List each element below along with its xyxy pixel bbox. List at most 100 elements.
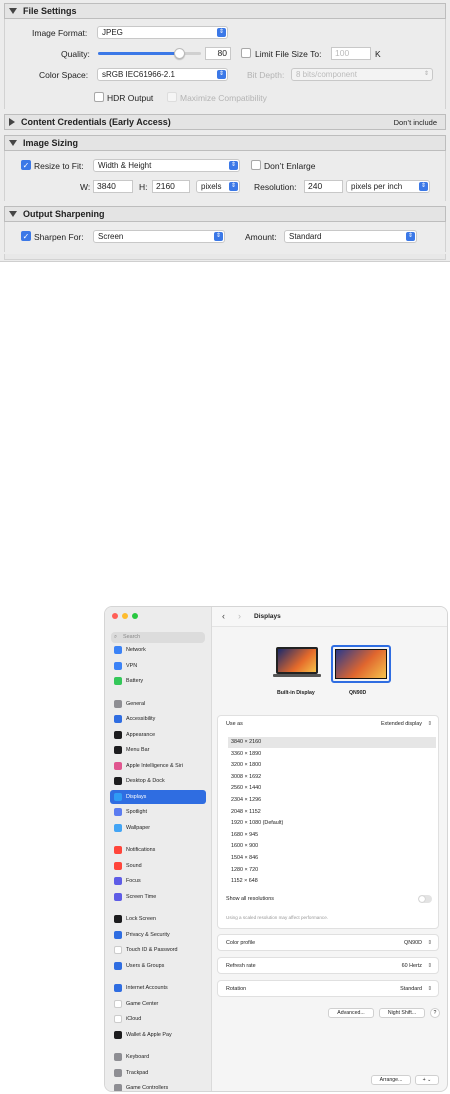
sidebar-icon: [114, 730, 122, 739]
amount-label: Amount:: [245, 232, 277, 242]
sidebar-item-privacy-security[interactable]: Privacy & Security: [110, 928, 206, 942]
sidebar-item-menu-bar[interactable]: Menu Bar: [110, 743, 206, 757]
sidebar-item-label: Privacy & Security: [126, 931, 170, 938]
resolution-option[interactable]: 3008 × 1692: [228, 772, 436, 783]
use-as-value[interactable]: Extended display: [381, 721, 422, 727]
content-credentials-header[interactable]: Content Credentials (Early Access) Don’t…: [4, 114, 446, 130]
show-all-resolutions-toggle[interactable]: [418, 895, 432, 903]
color-profile-row[interactable]: Color profile QN90D ⇕: [217, 934, 439, 951]
limit-file-size-checkbox[interactable]: [241, 48, 251, 58]
sidebar-item-users-groups[interactable]: Users & Groups: [110, 959, 206, 973]
resolution-option[interactable]: 3360 × 1890: [228, 749, 436, 760]
sidebar-item-accessibility[interactable]: Accessibility: [110, 712, 206, 726]
plus-icon: +: [422, 1077, 426, 1083]
resolution-option[interactable]: 2048 × 1152: [228, 807, 436, 818]
sidebar-item-internet-accounts[interactable]: Internet Accounts: [110, 981, 206, 995]
sidebar-item-desktop-dock[interactable]: Desktop & Dock: [110, 774, 206, 788]
quality-slider[interactable]: [98, 48, 201, 59]
sidebar-item-appearance[interactable]: Appearance: [110, 728, 206, 742]
sidebar-icon: [114, 661, 122, 670]
sidebar-item-icloud[interactable]: iCloud: [110, 1012, 206, 1026]
search-input[interactable]: ⌕ Search: [111, 632, 205, 643]
sidebar-item-game-controllers[interactable]: Game Controllers: [110, 1081, 206, 1091]
output-sharpening-header[interactable]: Output Sharpening: [4, 206, 446, 222]
resolution-unit-select[interactable]: pixels per inch ⇕: [346, 180, 430, 193]
sidebar-item-notifications[interactable]: Notifications: [110, 843, 206, 857]
limit-file-size-field[interactable]: 100: [331, 47, 371, 60]
sidebar-item-trackpad[interactable]: Trackpad: [110, 1066, 206, 1080]
sidebar-item-label: Apple Intelligence & Siri: [126, 762, 183, 769]
sidebar-item-apple-intelligence-siri[interactable]: Apple Intelligence & Siri: [110, 759, 206, 773]
sidebar-icon: [114, 984, 122, 992]
advanced-button[interactable]: Advanced...: [328, 1008, 374, 1018]
arrange-button[interactable]: Arrange...: [371, 1075, 411, 1085]
resolution-option[interactable]: 1600 × 900: [228, 841, 436, 852]
resolution-option[interactable]: 2304 × 1296: [228, 795, 436, 806]
resize-to-fit-select[interactable]: Width & Height ⇕: [93, 159, 240, 172]
quality-label: Quality:: [61, 49, 90, 59]
sidebar-item-label: Spotlight: [126, 809, 147, 815]
sidebar-item-touch-id-password[interactable]: Touch ID & Password: [110, 943, 206, 957]
bit-depth-select[interactable]: 8 bits/component ⇕: [291, 68, 433, 81]
sidebar-item-spotlight[interactable]: Spotlight: [110, 805, 206, 819]
size-unit-select[interactable]: pixels ⇕: [196, 180, 240, 193]
sidebar-item-displays[interactable]: Displays: [110, 789, 206, 804]
amount-select[interactable]: Standard ⇕: [284, 230, 417, 243]
sidebar-item-battery[interactable]: Battery: [110, 674, 206, 688]
sidebar-item-lock-screen[interactable]: Lock Screen: [110, 912, 206, 926]
image-sizing-header[interactable]: Image Sizing: [4, 135, 446, 151]
sidebar-icon: [114, 1053, 122, 1061]
sidebar-item-keyboard[interactable]: Keyboard: [110, 1050, 206, 1064]
resize-to-fit-value: Width & Height: [98, 161, 152, 170]
file-settings-header[interactable]: File Settings: [4, 3, 446, 19]
sidebar-item-focus[interactable]: Focus: [110, 874, 206, 888]
resolution-option[interactable]: 3200 × 1800: [228, 760, 436, 771]
quality-slider-knob[interactable]: [174, 48, 186, 59]
display-qn90d[interactable]: [331, 645, 391, 683]
maximize-compatibility-checkbox[interactable]: [167, 92, 177, 102]
back-chevron-icon[interactable]: ‹: [222, 611, 225, 621]
refresh-rate-row[interactable]: Refresh rate 60 Hertz ⇕: [217, 957, 439, 974]
forward-chevron-icon[interactable]: ›: [238, 611, 241, 621]
sidebar-item-general[interactable]: General: [110, 697, 206, 711]
help-button[interactable]: ?: [430, 1008, 440, 1018]
height-field[interactable]: 2160: [152, 180, 190, 193]
sidebar-item-vpn[interactable]: VPN: [110, 659, 206, 673]
sidebar-icon: [114, 808, 122, 816]
sidebar-icon: [114, 677, 122, 685]
resolution-option[interactable]: 2560 × 1440: [228, 783, 436, 794]
sidebar-icon: [114, 930, 122, 939]
hdr-output-checkbox[interactable]: [94, 92, 104, 102]
add-display-button[interactable]: + ⌄: [415, 1075, 439, 1085]
close-window-button[interactable]: [112, 613, 118, 619]
resolution-option[interactable]: 1680 × 945: [228, 830, 436, 841]
resolution-option[interactable]: 1504 × 846: [228, 853, 436, 864]
resolution-option[interactable]: 1280 × 720: [228, 865, 436, 876]
sidebar-item-network[interactable]: Network: [110, 643, 206, 657]
resize-to-fit-checkbox[interactable]: ✓: [21, 160, 31, 170]
sidebar-item-sound[interactable]: Sound: [110, 859, 206, 873]
image-format-value: JPEG: [102, 28, 123, 37]
image-format-select[interactable]: JPEG ⇕: [97, 26, 228, 39]
sidebar-item-wallet-apple-pay[interactable]: Wallet & Apple Pay: [110, 1028, 206, 1042]
sharpen-for-checkbox[interactable]: ✓: [21, 231, 31, 241]
rotation-row[interactable]: Rotation Standard ⇕: [217, 980, 439, 997]
sidebar-item-wallpaper[interactable]: Wallpaper: [110, 821, 206, 835]
resolution-field[interactable]: 240: [304, 180, 343, 193]
sharpen-for-select[interactable]: Screen ⇕: [93, 230, 225, 243]
quality-field[interactable]: 80: [205, 47, 231, 60]
zoom-window-button[interactable]: [132, 613, 138, 619]
color-space-select[interactable]: sRGB IEC61966-2.1 ⇕: [97, 68, 228, 81]
resolution-option[interactable]: 1152 × 648: [228, 876, 436, 887]
sidebar-item-screen-time[interactable]: Screen Time: [110, 890, 206, 904]
sidebar-item-game-center[interactable]: Game Center: [110, 997, 206, 1011]
dont-enlarge-checkbox[interactable]: [251, 160, 261, 170]
display-builtin[interactable]: [273, 647, 321, 679]
resolution-option[interactable]: 1920 × 1080 (Default): [228, 818, 436, 829]
stepper-icon: ⇕: [217, 70, 226, 79]
night-shift-button[interactable]: Night Shift...: [379, 1008, 425, 1018]
minimize-window-button[interactable]: [122, 613, 128, 619]
resolution-option[interactable]: 3840 × 2160: [228, 737, 436, 748]
sidebar-item-label: Screen Time: [126, 893, 157, 900]
width-field[interactable]: 3840: [93, 180, 133, 193]
